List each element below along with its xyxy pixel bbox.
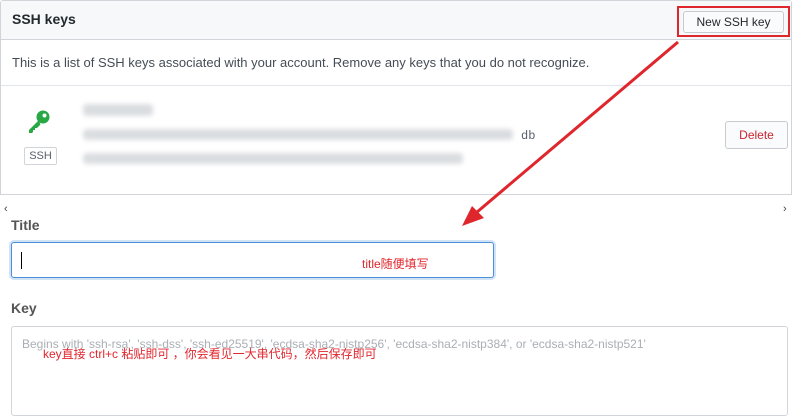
delete-button[interactable]: Delete: [725, 121, 788, 149]
chevron-right-icon[interactable]: ›: [783, 203, 787, 215]
redacted-key-title: [83, 104, 153, 116]
key-textarea[interactable]: Begins with 'ssh-rsa', 'ssh-dss', 'ssh-e…: [11, 326, 788, 416]
annotation-highlight-box: New SSH key: [677, 6, 790, 37]
fingerprint-tail: db: [521, 129, 536, 143]
annotation-title-note: title随便填写: [362, 257, 429, 271]
divider: [1, 85, 791, 86]
key-label: Key: [11, 300, 37, 316]
redacted-fingerprint: [83, 129, 513, 140]
ssh-keys-panel: SSH keys New SSH key This is a list of S…: [0, 0, 792, 195]
title-label: Title: [11, 217, 40, 233]
new-ssh-key-button[interactable]: New SSH key: [683, 11, 784, 33]
ssh-badge: SSH: [24, 147, 57, 165]
redacted-key-details: [83, 153, 463, 164]
annotation-key-note: key直接 ctrl+c 粘贴即可 ，你会看见一大串代码，然后保存即可: [43, 347, 377, 361]
chevron-left-icon[interactable]: ‹: [4, 203, 8, 215]
panel-header: SSH keys New SSH key: [1, 1, 791, 40]
panel-intro-text: This is a list of SSH keys associated wi…: [12, 55, 590, 70]
text-caret: [21, 252, 22, 269]
panel-title: SSH keys: [12, 11, 76, 27]
key-icon: [29, 110, 50, 133]
